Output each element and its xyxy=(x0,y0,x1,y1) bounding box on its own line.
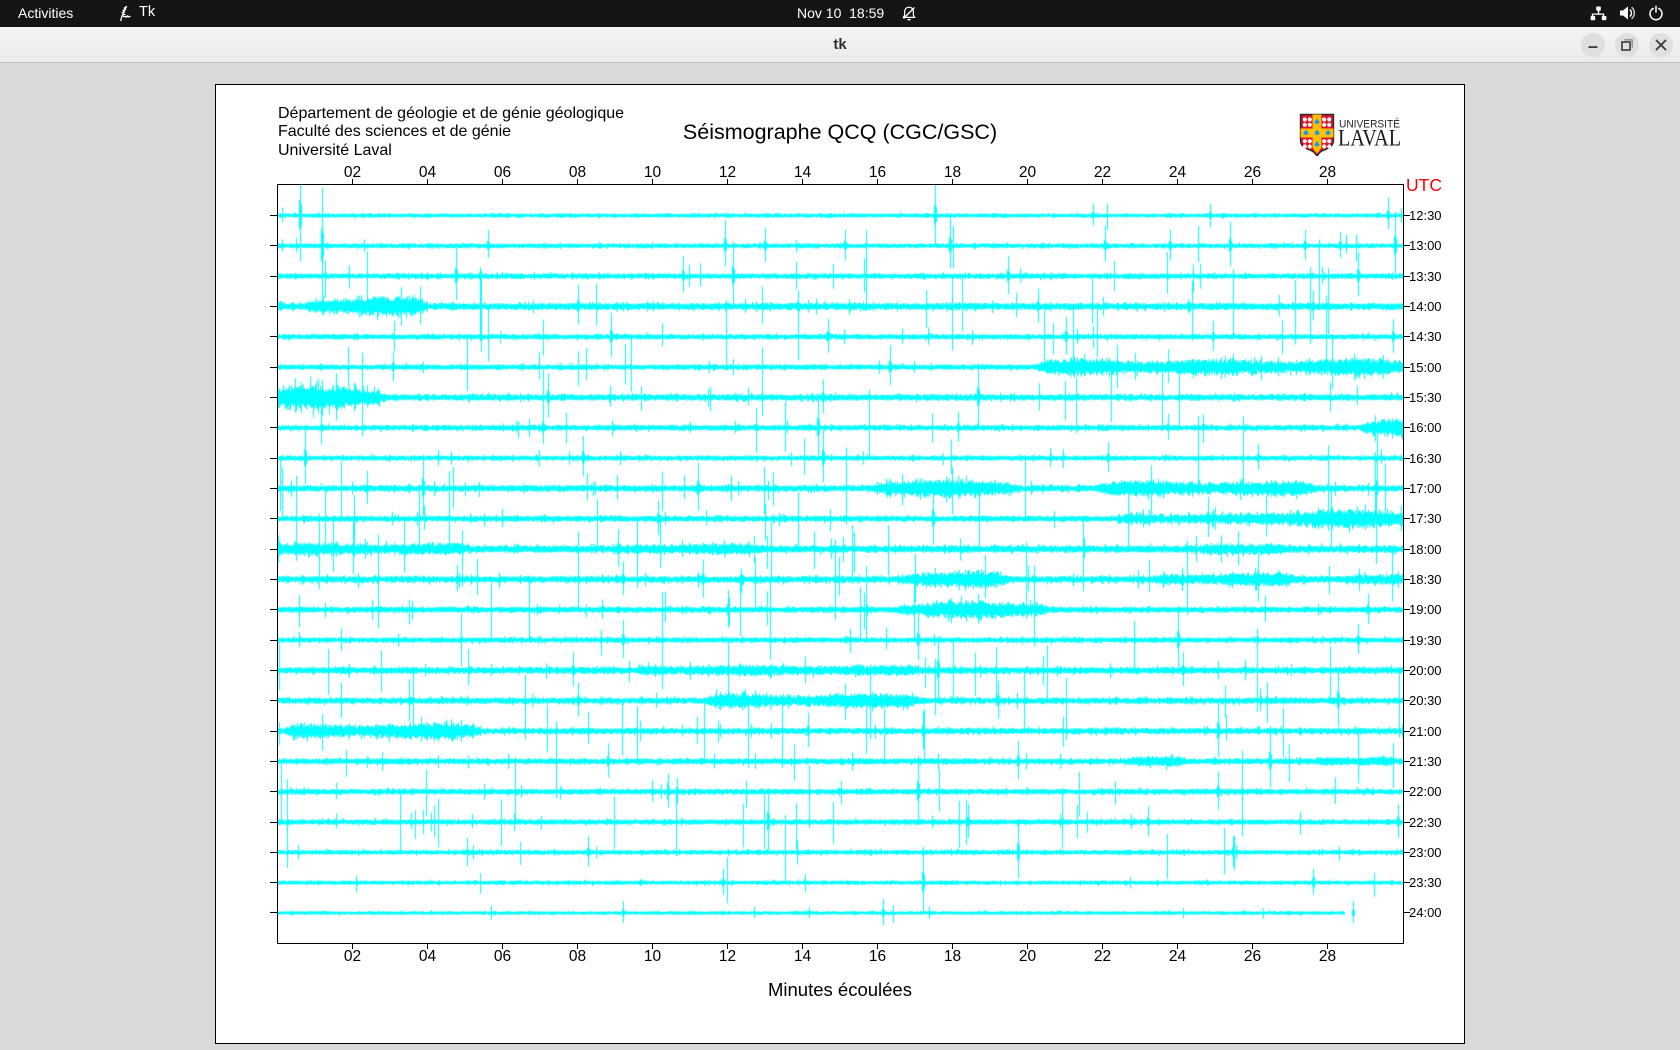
svg-text:LAVAL: LAVAL xyxy=(1338,126,1401,151)
